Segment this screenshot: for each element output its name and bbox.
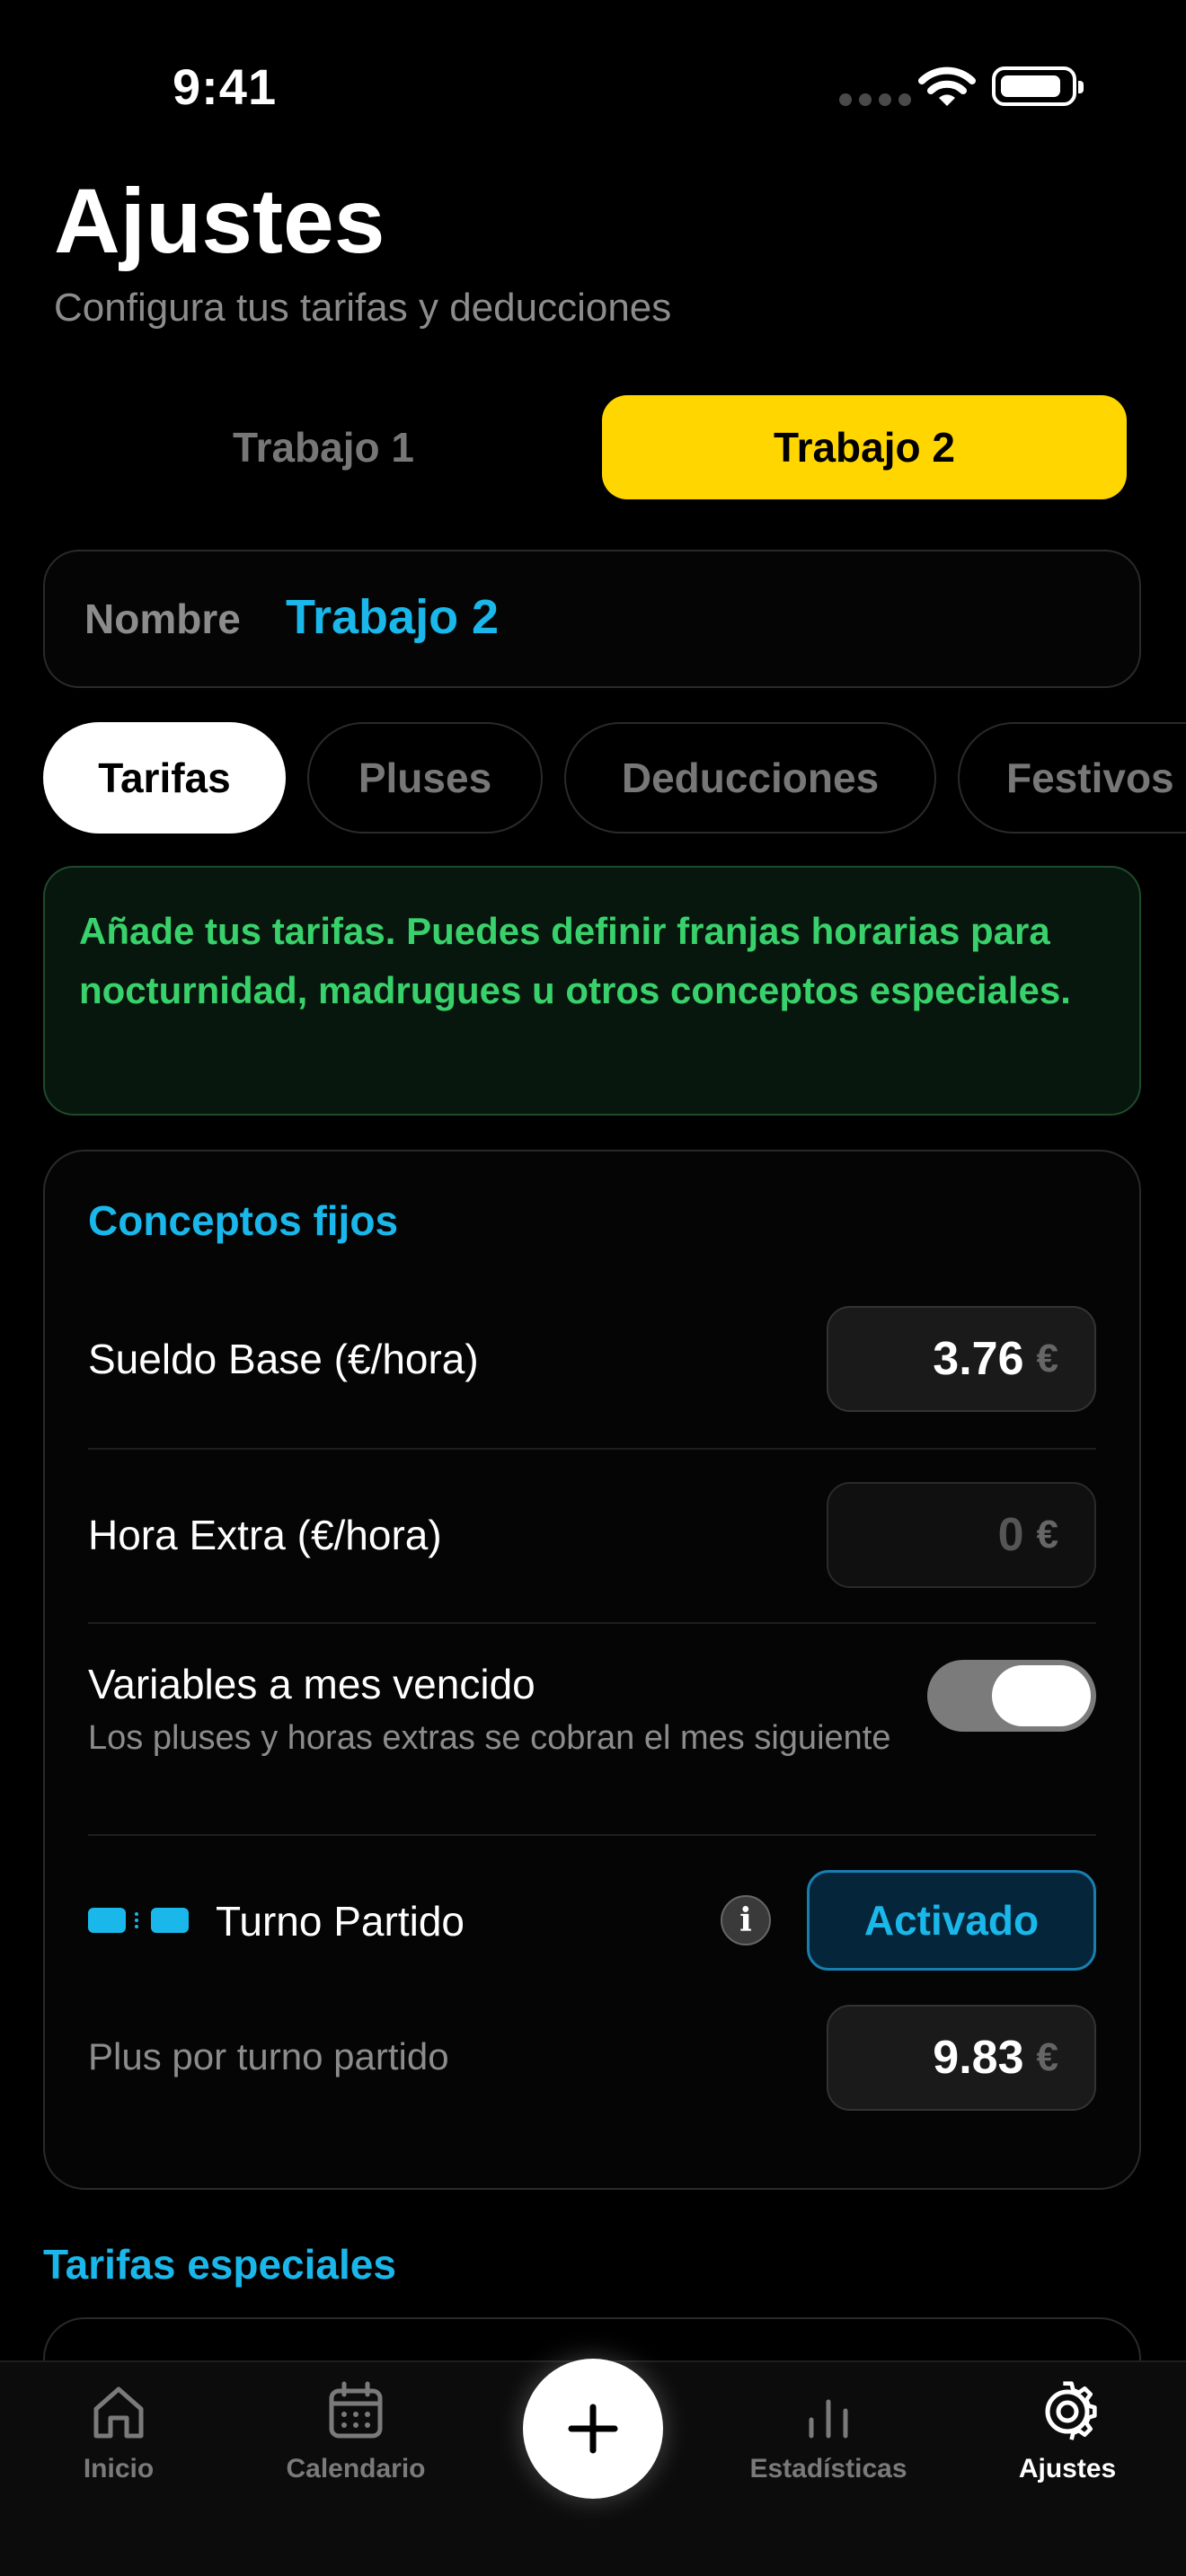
tab-trabajo-1[interactable]: Trabajo 1 bbox=[90, 395, 557, 499]
currency-symbol: € bbox=[1036, 2035, 1058, 2079]
toggle-knob bbox=[992, 1665, 1091, 1726]
tab-tarifas[interactable]: Tarifas bbox=[43, 722, 286, 834]
split-shift-icon bbox=[88, 1908, 189, 1933]
tab-label: Inicio bbox=[83, 2454, 155, 2483]
tab-ajustes[interactable]: Ajustes bbox=[978, 2380, 1157, 2484]
base-salary-input[interactable]: 3.76 € bbox=[827, 1306, 1096, 1412]
overtime-label: Hora Extra (€/hora) bbox=[88, 1512, 442, 1558]
section-title-fixed: Conceptos fijos bbox=[88, 1197, 399, 1244]
stats-icon bbox=[809, 2399, 848, 2439]
page-subtitle: Configura tus tarifas y deducciones bbox=[54, 286, 672, 330]
battery-icon bbox=[992, 66, 1084, 106]
calendar-icon bbox=[329, 2381, 383, 2439]
gear-icon bbox=[1045, 2381, 1097, 2440]
cellular-signal-icon bbox=[839, 93, 911, 106]
tab-trabajo-2[interactable]: Trabajo 2 bbox=[602, 395, 1127, 499]
currency-symbol: € bbox=[1036, 1513, 1058, 1557]
plus-icon bbox=[568, 2404, 618, 2454]
split-plus-input[interactable]: 9.83 € bbox=[827, 2005, 1096, 2111]
split-plus-label: Plus por turno partido bbox=[88, 2035, 449, 2078]
tab-inicio[interactable]: Inicio bbox=[29, 2380, 208, 2484]
tab-deducciones[interactable]: Deducciones bbox=[564, 722, 936, 834]
info-banner-text: Añade tus tarifas. Puedes definir franja… bbox=[79, 910, 1071, 1011]
split-shift-label: Turno Partido bbox=[216, 1898, 465, 1945]
overtime-value: 0 bbox=[997, 1509, 1024, 1561]
base-salary-label: Sueldo Base (€/hora) bbox=[88, 1336, 479, 1382]
wifi-icon bbox=[918, 66, 976, 106]
tab-label: Calendario bbox=[286, 2454, 426, 2483]
tab-estadisticas[interactable]: Estadísticas bbox=[739, 2380, 918, 2484]
name-label: Nombre bbox=[84, 595, 241, 642]
divider bbox=[88, 1834, 1096, 1836]
divider bbox=[88, 1622, 1096, 1624]
base-salary-value: 3.76 bbox=[933, 1333, 1024, 1385]
variables-toggle[interactable] bbox=[927, 1660, 1096, 1732]
currency-symbol: € bbox=[1036, 1337, 1058, 1381]
divider bbox=[88, 1448, 1096, 1450]
status-time: 9:41 bbox=[173, 58, 278, 115]
tab-label: Ajustes bbox=[1018, 2454, 1117, 2483]
info-icon[interactable]: i bbox=[721, 1895, 771, 1945]
tab-festivos[interactable]: Festivos bbox=[958, 722, 1186, 834]
tab-pluses[interactable]: Pluses bbox=[307, 722, 543, 834]
add-button[interactable] bbox=[523, 2359, 663, 2499]
page-title: Ajustes bbox=[54, 170, 385, 272]
tab-calendario[interactable]: Calendario bbox=[266, 2380, 446, 2484]
variables-description: Los pluses y horas extras se cobran el m… bbox=[88, 1719, 891, 1757]
split-plus-value: 9.83 bbox=[933, 2032, 1024, 2084]
section-title-special: Tarifas especiales bbox=[43, 2241, 396, 2288]
variables-label: Variables a mes vencido bbox=[88, 1661, 535, 1707]
name-input[interactable]: Trabajo 2 bbox=[286, 589, 499, 645]
split-shift-toggle-button[interactable]: Activado bbox=[807, 1870, 1096, 1971]
overtime-input[interactable]: 0 € bbox=[827, 1482, 1096, 1588]
tab-label: Estadísticas bbox=[749, 2454, 907, 2483]
home-icon bbox=[93, 2386, 144, 2439]
